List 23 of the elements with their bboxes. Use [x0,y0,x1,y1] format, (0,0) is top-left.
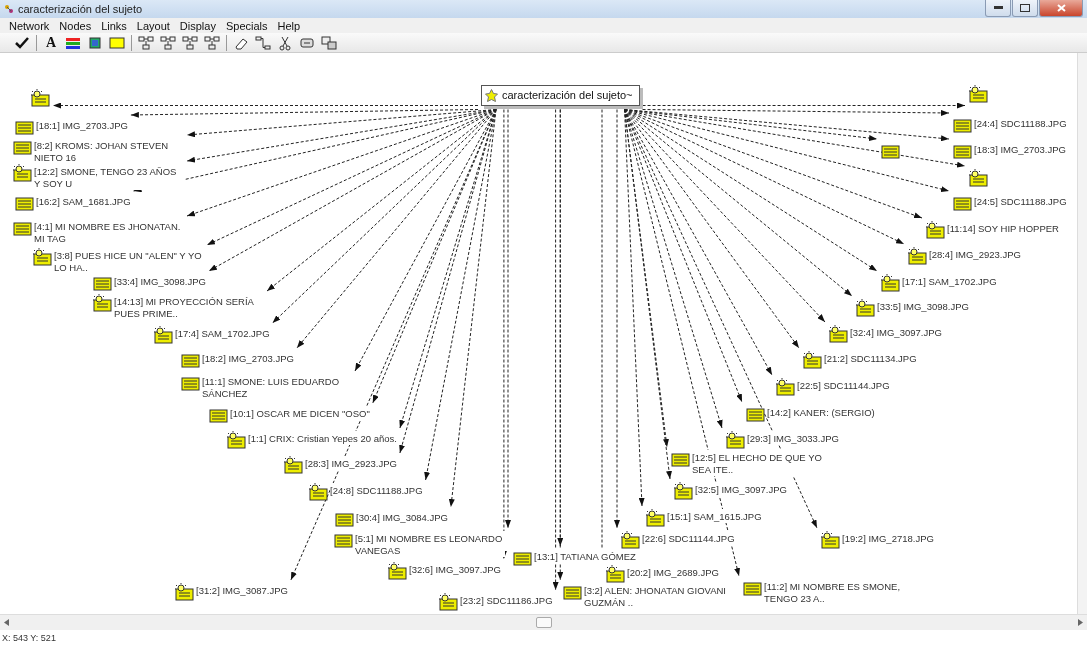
menu-item[interactable]: Nodes [54,18,97,33]
node-label[interactable]: [12:2] SMONE, TENGO 23 AÑOS Y SOY U [34,164,184,190]
node-label[interactable]: [32:5] IMG_3097.JPG [695,482,787,496]
node-label[interactable]: [28:3] IMG_2923.JPG [305,456,397,470]
node-label[interactable]: [10:1] OSCAR ME DICEN "OSO" [230,406,370,420]
node-label[interactable]: [29:3] IMG_3033.JPG [747,431,839,445]
node-label: caracterización del sujeto~ [502,88,633,103]
hub-node[interactable]: caracterización del sujeto~ [481,85,640,106]
node-label[interactable]: [22:6] SDC11144.JPG [642,531,735,545]
cursor-position: X: 543 Y: 521 [1,632,57,645]
node-label[interactable]: [13:1] TATIANA GÓMEZ [534,549,636,563]
font-button[interactable]: A [43,34,59,51]
node-label[interactable]: [15:1] SAM_1615.JPG [667,509,762,523]
window-title: caracterización del sujeto [18,1,143,17]
menu-item[interactable]: Network [4,18,55,33]
menu-item[interactable]: Layout [131,18,175,33]
node-label[interactable]: [5:1] MI NOMBRE ES LEONARDO VANEGAS [355,531,505,557]
node-label[interactable]: [24:8] SDC11188.JPG [330,483,423,497]
node-label[interactable]: [1:1] CRIX: Cristian Yepes 20 años. [248,431,397,445]
menu-item[interactable]: Links [96,18,132,33]
menu-item[interactable]: Specials [220,18,273,33]
menu-item[interactable]: Help [272,18,306,33]
menu-item[interactable]: Display [174,18,221,33]
